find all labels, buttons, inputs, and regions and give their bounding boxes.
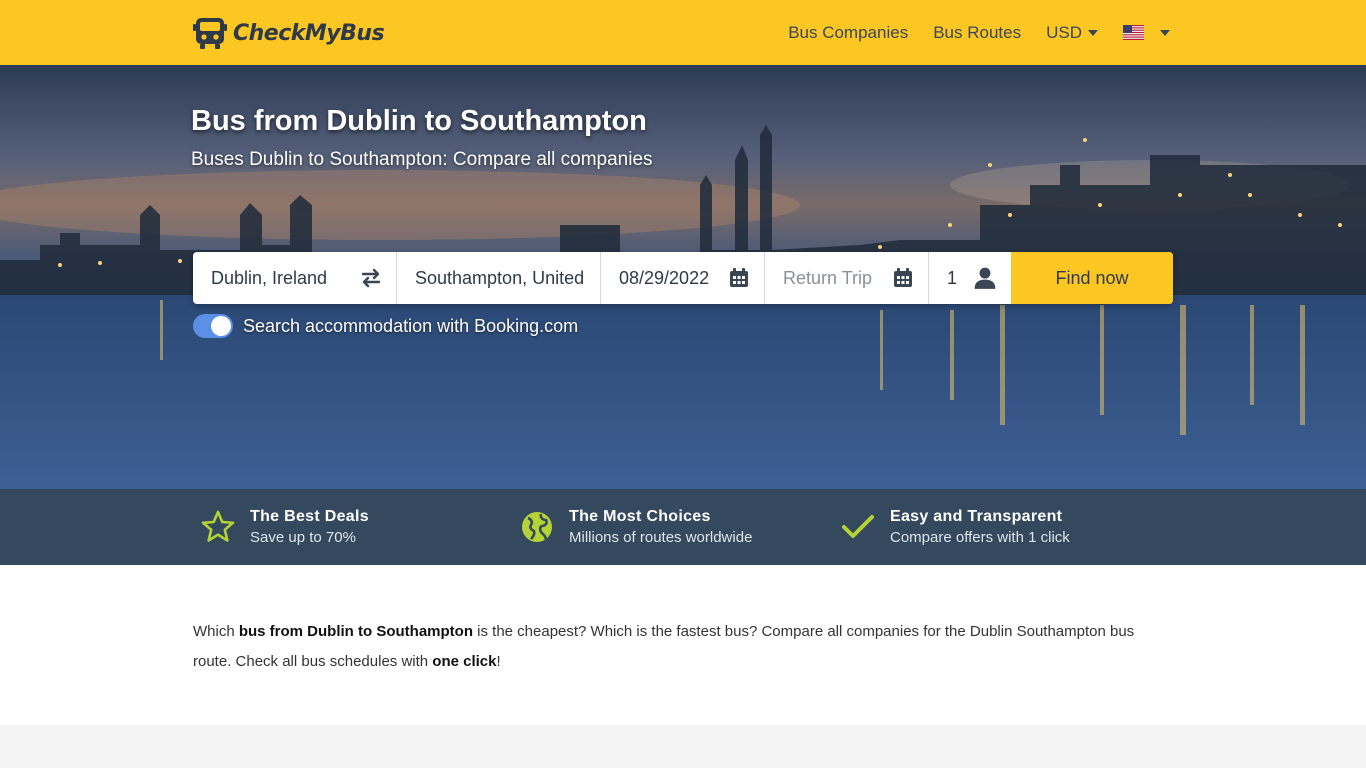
swap-icon[interactable] [360,267,382,289]
intro-bold-route: bus from Dublin to Southampton [238,623,473,640]
feature-title: The Best Deals [250,508,369,525]
features-band: The Best Deals Save up to 70% The Most C… [0,489,1366,565]
feature-subtitle: Millions of routes worldwide [569,529,753,546]
logo[interactable]: CheckMyBus [193,15,385,51]
feature-title: The Most Choices [569,508,711,525]
user-icon [974,267,996,289]
chevron-down-icon [1160,29,1170,36]
feature-subtitle: Save up to 70% [250,529,356,546]
us-flag-icon [1123,25,1144,40]
globe-icon [522,512,552,542]
page-subtitle: Buses Dublin to Southampton: Compare all… [191,149,653,170]
accommodation-toggle[interactable] [193,314,233,338]
passengers-count: 1 [947,267,958,288]
chevron-down-icon [1088,29,1098,36]
from-value: Dublin, Ireland [211,267,328,288]
page-title: Bus from Dublin to Southampton [191,105,647,137]
departure-date-value: 08/29/2022 [619,267,710,288]
currency-dropdown[interactable]: USD [1046,23,1098,43]
star-icon [201,510,235,542]
from-field[interactable]: Dublin, Ireland [193,252,397,304]
calendar-icon [730,268,748,287]
language-dropdown[interactable] [1123,25,1170,40]
feature-most-choices: The Most Choices Millions of routes worl… [519,489,752,565]
return-date-field[interactable]: Return Trip [765,252,929,304]
intro-paragraph: Which bus from Dublin to Southampton is … [193,617,1173,677]
to-field[interactable]: Southampton, United [397,252,601,304]
departure-date-field[interactable]: 08/29/2022 [601,252,765,304]
feature-easy-transparent: Easy and Transparent Compare offers with… [840,489,1070,565]
return-date-placeholder: Return Trip [783,267,873,288]
nav-bus-routes[interactable]: Bus Routes [933,23,1021,43]
find-now-button[interactable]: Find now [1011,252,1173,304]
nav-bus-companies[interactable]: Bus Companies [788,23,908,43]
intro-bold-one-click: one click [432,653,497,670]
search-form: Dublin, Ireland Southampton, United 08/2… [193,252,1173,304]
intro-text: ! [496,653,501,670]
hero-banner: Bus from Dublin to Southampton Buses Dub… [0,65,1366,489]
feature-subtitle: Compare offers with 1 click [890,529,1070,546]
currency-label: USD [1046,22,1082,42]
feature-best-deals: The Best Deals Save up to 70% [200,489,369,565]
accommodation-label: Search accommodation with Booking.com [243,315,579,336]
intro-text: Which [193,623,239,640]
feature-title: Easy and Transparent [890,508,1063,525]
top-header: CheckMyBus Bus Companies Bus Routes USD [0,0,1366,65]
main-nav: Bus Companies Bus Routes USD [788,0,1170,65]
logo-text: CheckMyBus [233,20,385,46]
passengers-field[interactable]: 1 [929,252,1011,304]
bus-logo-icon [193,18,227,49]
check-icon [842,515,874,538]
to-value: Southampton, United [415,267,585,288]
accommodation-toggle-row: Search accommodation with Booking.com [193,314,578,338]
intro-section: Which bus from Dublin to Southampton is … [0,565,1366,725]
calendar-icon [894,268,912,287]
